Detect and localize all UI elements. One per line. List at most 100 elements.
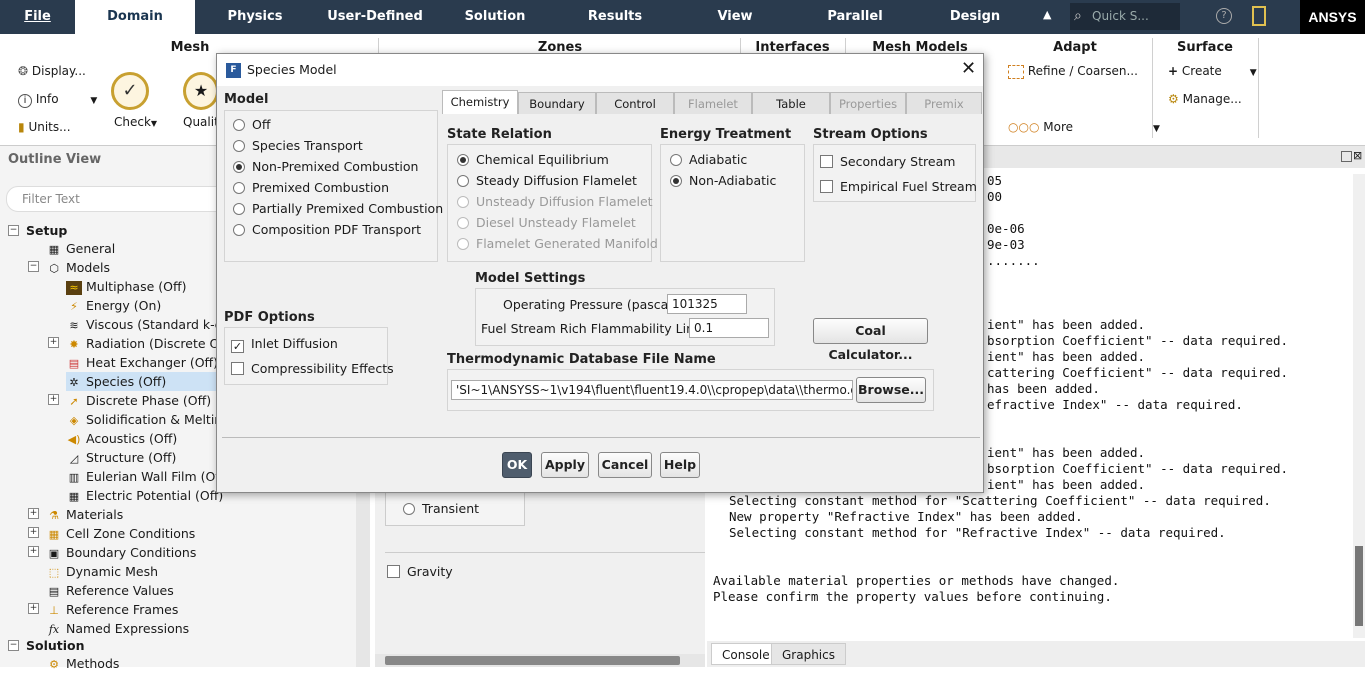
state-radio-unsteady-diffusion[interactable]: Unsteady Diffusion Flamelet [457, 194, 653, 209]
quality-button[interactable]: Qualit [183, 115, 219, 129]
tree-solution[interactable]: Solution [26, 636, 85, 655]
tab-control[interactable]: Control [596, 92, 674, 114]
tree-models[interactable]: ⬡ Models [46, 258, 110, 277]
transient-radio[interactable]: Transient [403, 501, 479, 516]
menu-file[interactable]: File [0, 0, 75, 34]
menu-view[interactable]: View [680, 0, 790, 34]
materials-expand-icon[interactable]: + [28, 508, 39, 519]
console-scrollbar[interactable] [1353, 174, 1365, 638]
tab-properties[interactable]: Properties [830, 92, 906, 114]
tree-dynamic-mesh[interactable]: ⬚ Dynamic Mesh [46, 562, 158, 581]
model-radio-non-premixed[interactable]: Non-Premixed Combustion [233, 159, 418, 174]
tree-acoustics[interactable]: ◀) Acoustics (Off) [66, 429, 178, 448]
quick-search-input[interactable]: ⌕ Quick S... [1070, 3, 1180, 30]
operating-pressure-input[interactable]: 101325 [667, 294, 747, 314]
tree-heat-exchanger[interactable]: ▤ Heat Exchanger (Off) [66, 353, 218, 372]
menu-parallel[interactable]: Parallel [800, 0, 910, 34]
model-radio-partially-premixed[interactable]: Partially Premixed Combustion [233, 201, 443, 216]
task-panel-scrollbar[interactable] [375, 654, 705, 667]
tree-methods[interactable]: ⚙ Methods [46, 654, 119, 673]
discrete-phase-expand-icon[interactable]: + [48, 394, 59, 405]
flammability-limit-input[interactable]: 0.1 [689, 318, 769, 338]
energy-radio-adiabatic[interactable]: Adiabatic [670, 152, 747, 167]
tree-cell-zone-conditions[interactable]: ▦ Cell Zone Conditions [46, 524, 196, 543]
secondary-stream-checkbox[interactable]: Secondary Stream [820, 154, 955, 169]
tree-multiphase[interactable]: ≈ Multiphase (Off) [66, 277, 186, 296]
tree-viscous[interactable]: ≋ Viscous (Standard k-e [66, 315, 222, 334]
close-icon[interactable]: ✕ [961, 58, 976, 79]
menu-solution[interactable]: Solution [440, 0, 550, 34]
tree-general[interactable]: ▦ General [46, 239, 115, 258]
model-radio-species-transport[interactable]: Species Transport [233, 138, 363, 153]
maximize-icon[interactable] [1341, 151, 1352, 162]
help-button[interactable]: Help [660, 452, 700, 478]
tree-electric-potential[interactable]: ▦ Electric Potential (Off) [66, 486, 223, 505]
reference-frames-expand-icon[interactable]: + [28, 603, 39, 614]
menu-user-defined[interactable]: User-Defined [315, 0, 435, 34]
tree-materials[interactable]: ⚗ Materials [46, 505, 123, 524]
solution-collapse-icon[interactable]: − [8, 640, 19, 651]
gravity-checkbox[interactable]: Gravity [387, 564, 453, 579]
models-collapse-icon[interactable]: − [28, 261, 39, 272]
tab-table[interactable]: Table [752, 92, 830, 114]
tree-solidification[interactable]: ◈ Solidification & Meltin [66, 410, 222, 429]
ok-button[interactable]: OK [502, 452, 532, 478]
tree-radiation[interactable]: ✸ Radiation (Discrete Or [66, 334, 224, 353]
thermo-db-path-input[interactable]: 'SI~1\ANSYSS~1\v194\fluent\fluent19.4.0\… [451, 380, 853, 400]
manage-surface-button[interactable]: ⚙ Manage... [1168, 92, 1242, 106]
tree-reference-values[interactable]: ▤ Reference Values [46, 581, 174, 600]
browse-button[interactable]: Browse... [856, 377, 926, 403]
cancel-button[interactable]: Cancel [598, 452, 652, 478]
check-label: Check [114, 115, 151, 129]
empirical-fuel-checkbox[interactable]: Empirical Fuel Stream [820, 179, 977, 194]
state-radio-steady-diffusion[interactable]: Steady Diffusion Flamelet [457, 173, 637, 188]
state-radio-chemical-equilibrium[interactable]: Chemical Equilibrium [457, 152, 609, 167]
tree-energy[interactable]: ⚡ Energy (On) [66, 296, 161, 315]
model-radio-off[interactable]: Off [233, 117, 270, 132]
close-pane-icon[interactable]: ⊠ [1353, 149, 1362, 162]
tab-boundary[interactable]: Boundary [518, 92, 596, 114]
compressibility-checkbox[interactable]: Compressibility Effects [231, 361, 394, 376]
tree-structure[interactable]: ◿ Structure (Off) [66, 448, 177, 467]
tab-premix[interactable]: Premix [906, 92, 982, 114]
tab-flamelet[interactable]: Flamelet [674, 92, 752, 114]
info-button[interactable]: i Info ▼ [18, 92, 97, 108]
coal-calculator-button[interactable]: Coal Calculator... [813, 318, 928, 362]
energy-radio-non-adiabatic[interactable]: Non-Adiabatic [670, 173, 776, 188]
apply-button[interactable]: Apply [541, 452, 589, 478]
more-button[interactable]: ○○○ More ▼ [1008, 120, 1160, 134]
collapse-ribbon-icon[interactable]: ▲ [1043, 8, 1051, 21]
menu-results[interactable]: Results [560, 0, 670, 34]
tree-species[interactable]: ✲ Species (Off) [66, 372, 216, 391]
check-button[interactable]: Check▼ [114, 115, 157, 129]
inlet-diffusion-checkbox[interactable]: ✓ Inlet Diffusion [231, 336, 338, 353]
model-radio-composition-pdf[interactable]: Composition PDF Transport [233, 222, 421, 237]
tree-setup[interactable]: Setup [26, 221, 67, 240]
more-dropdown-icon[interactable]: ▼ [1153, 124, 1160, 134]
cell-zone-expand-icon[interactable]: + [28, 527, 39, 538]
display-button[interactable]: ❂ Display... [18, 64, 86, 78]
units-button[interactable]: ▮ Units... [18, 120, 71, 134]
tree-discrete-phase[interactable]: ➚ Discrete Phase (Off) [66, 391, 211, 410]
state-radio-fgm[interactable]: Flamelet Generated Manifold [457, 236, 658, 251]
menu-physics[interactable]: Physics [200, 0, 310, 34]
info-label: Info [35, 92, 59, 106]
notes-icon[interactable] [1252, 6, 1266, 26]
create-surface-button[interactable]: + Create ▼ [1168, 64, 1257, 78]
create-dropdown-icon[interactable]: ▼ [1250, 68, 1257, 78]
setup-collapse-icon[interactable]: − [8, 225, 19, 236]
tree-eulerian-wall-film[interactable]: ▥ Eulerian Wall Film (Off [66, 467, 224, 486]
boundary-expand-icon[interactable]: + [28, 546, 39, 557]
tree-boundary-conditions[interactable]: ▣ Boundary Conditions [46, 543, 197, 562]
model-radio-premixed[interactable]: Premixed Combustion [233, 180, 389, 195]
radiation-expand-icon[interactable]: + [48, 337, 59, 348]
tree-reference-frames[interactable]: ⊥ Reference Frames [46, 600, 178, 619]
state-radio-diesel-unsteady[interactable]: Diesel Unsteady Flamelet [457, 215, 636, 230]
tab-graphics[interactable]: Graphics [771, 643, 846, 665]
menu-design[interactable]: Design [920, 0, 1030, 34]
tab-chemistry[interactable]: Chemistry [442, 90, 518, 114]
menu-domain[interactable]: Domain [75, 0, 195, 34]
refine-coarsen-button[interactable]: Refine / Coarsen... [1008, 64, 1138, 79]
help-icon[interactable]: ? [1216, 8, 1232, 24]
info-dropdown-icon[interactable]: ▼ [90, 96, 97, 106]
